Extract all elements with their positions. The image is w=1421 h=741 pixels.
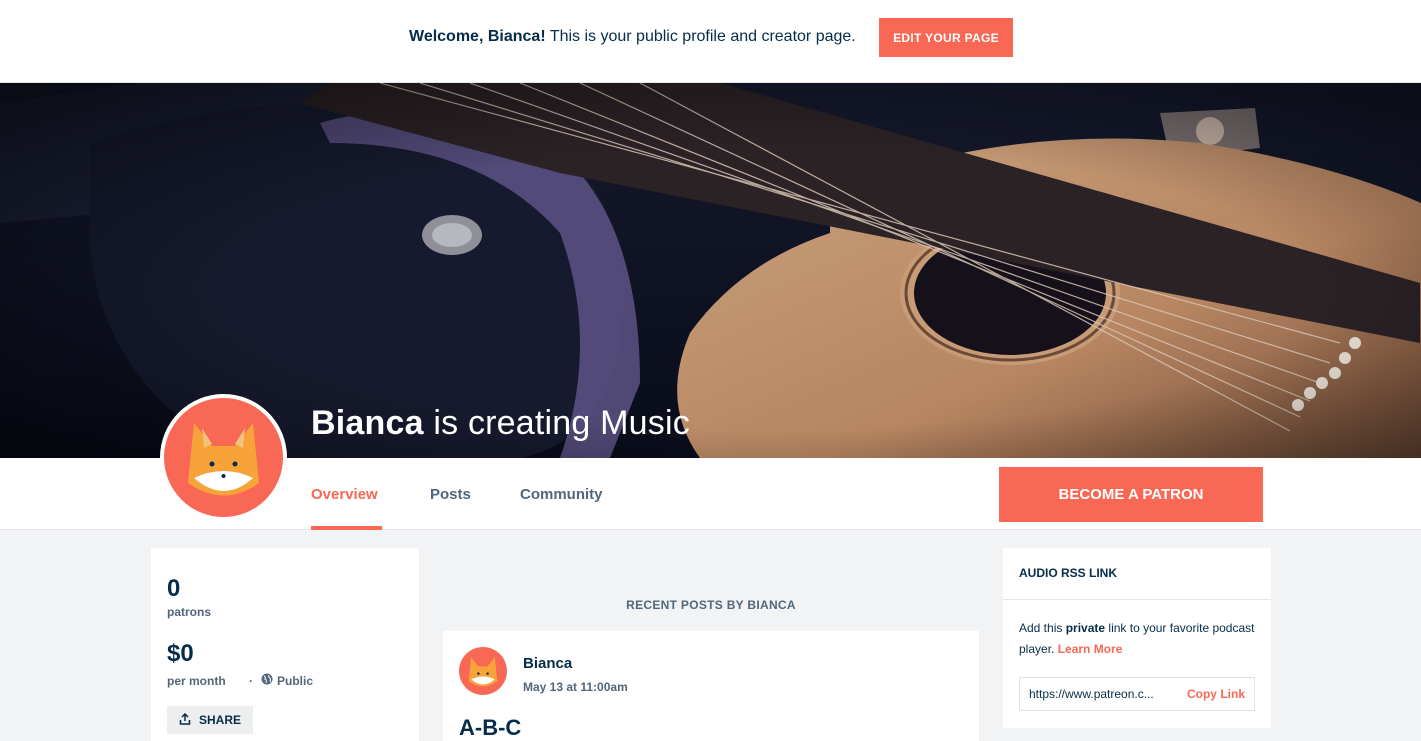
post-date[interactable]: May 13 at 11:00am <box>523 680 628 694</box>
creator-name: Bianca <box>311 404 424 442</box>
rss-description: Add this private link to your favorite p… <box>1019 618 1259 660</box>
share-button[interactable]: SHARE <box>167 706 253 734</box>
earnings-amount: $0 <box>167 640 194 667</box>
tab-community[interactable]: Community <box>520 486 603 503</box>
tab-overview[interactable]: Overview <box>311 486 378 503</box>
welcome-text: Welcome, Bianca! This is your public pro… <box>409 27 856 47</box>
become-patron-button[interactable]: BECOME A PATRON <box>999 467 1263 522</box>
globe-icon <box>261 673 273 688</box>
rss-desc-pre: Add this <box>1019 621 1063 635</box>
creating-text: is creating Music <box>433 404 690 442</box>
post-author[interactable]: Bianca <box>523 655 572 672</box>
recent-posts-heading: RECENT POSTS BY BIANCA <box>626 598 796 612</box>
earnings-label: per month <box>167 674 226 688</box>
visibility-status: · Public <box>249 673 313 688</box>
active-tab-indicator <box>311 526 382 530</box>
page-title: Bianca is creating Music <box>311 401 690 445</box>
rss-url: https://www.patreon.c... <box>1029 687 1154 701</box>
rss-url-field[interactable]: https://www.patreon.c... Copy Link <box>1019 677 1255 711</box>
welcome-banner: Welcome, Bianca! This is your public pro… <box>0 0 1421 83</box>
edit-page-button[interactable]: EDIT YOUR PAGE <box>879 18 1013 57</box>
share-label: SHARE <box>198 713 241 727</box>
copy-link-button[interactable]: Copy Link <box>1187 687 1245 701</box>
tab-posts[interactable]: Posts <box>430 486 471 503</box>
share-icon <box>179 712 191 728</box>
separator: · <box>249 673 253 688</box>
post-title[interactable]: A-B-C <box>459 715 521 741</box>
welcome-message: This is your public profile and creator … <box>549 28 856 45</box>
rss-desc-bold: private <box>1065 621 1106 635</box>
fox-avatar-icon[interactable] <box>459 647 507 695</box>
post-card[interactable]: Bianca May 13 at 11:00am A-B-C <box>443 631 979 741</box>
stats-card: 0 patrons $0 per month · Public SHARE <box>151 548 419 741</box>
learn-more-link[interactable]: Learn More <box>1058 642 1123 656</box>
avatar[interactable] <box>160 394 287 521</box>
fox-avatar-icon <box>164 398 283 517</box>
rss-card-title: AUDIO RSS LINK <box>1003 548 1271 600</box>
patron-label: patrons <box>167 605 212 619</box>
audio-rss-card: AUDIO RSS LINK Add this private link to … <box>1003 548 1271 728</box>
welcome-greeting: Welcome, Bianca! <box>409 28 546 45</box>
visibility-label: Public <box>277 673 314 688</box>
patron-count: 0 <box>167 575 181 602</box>
